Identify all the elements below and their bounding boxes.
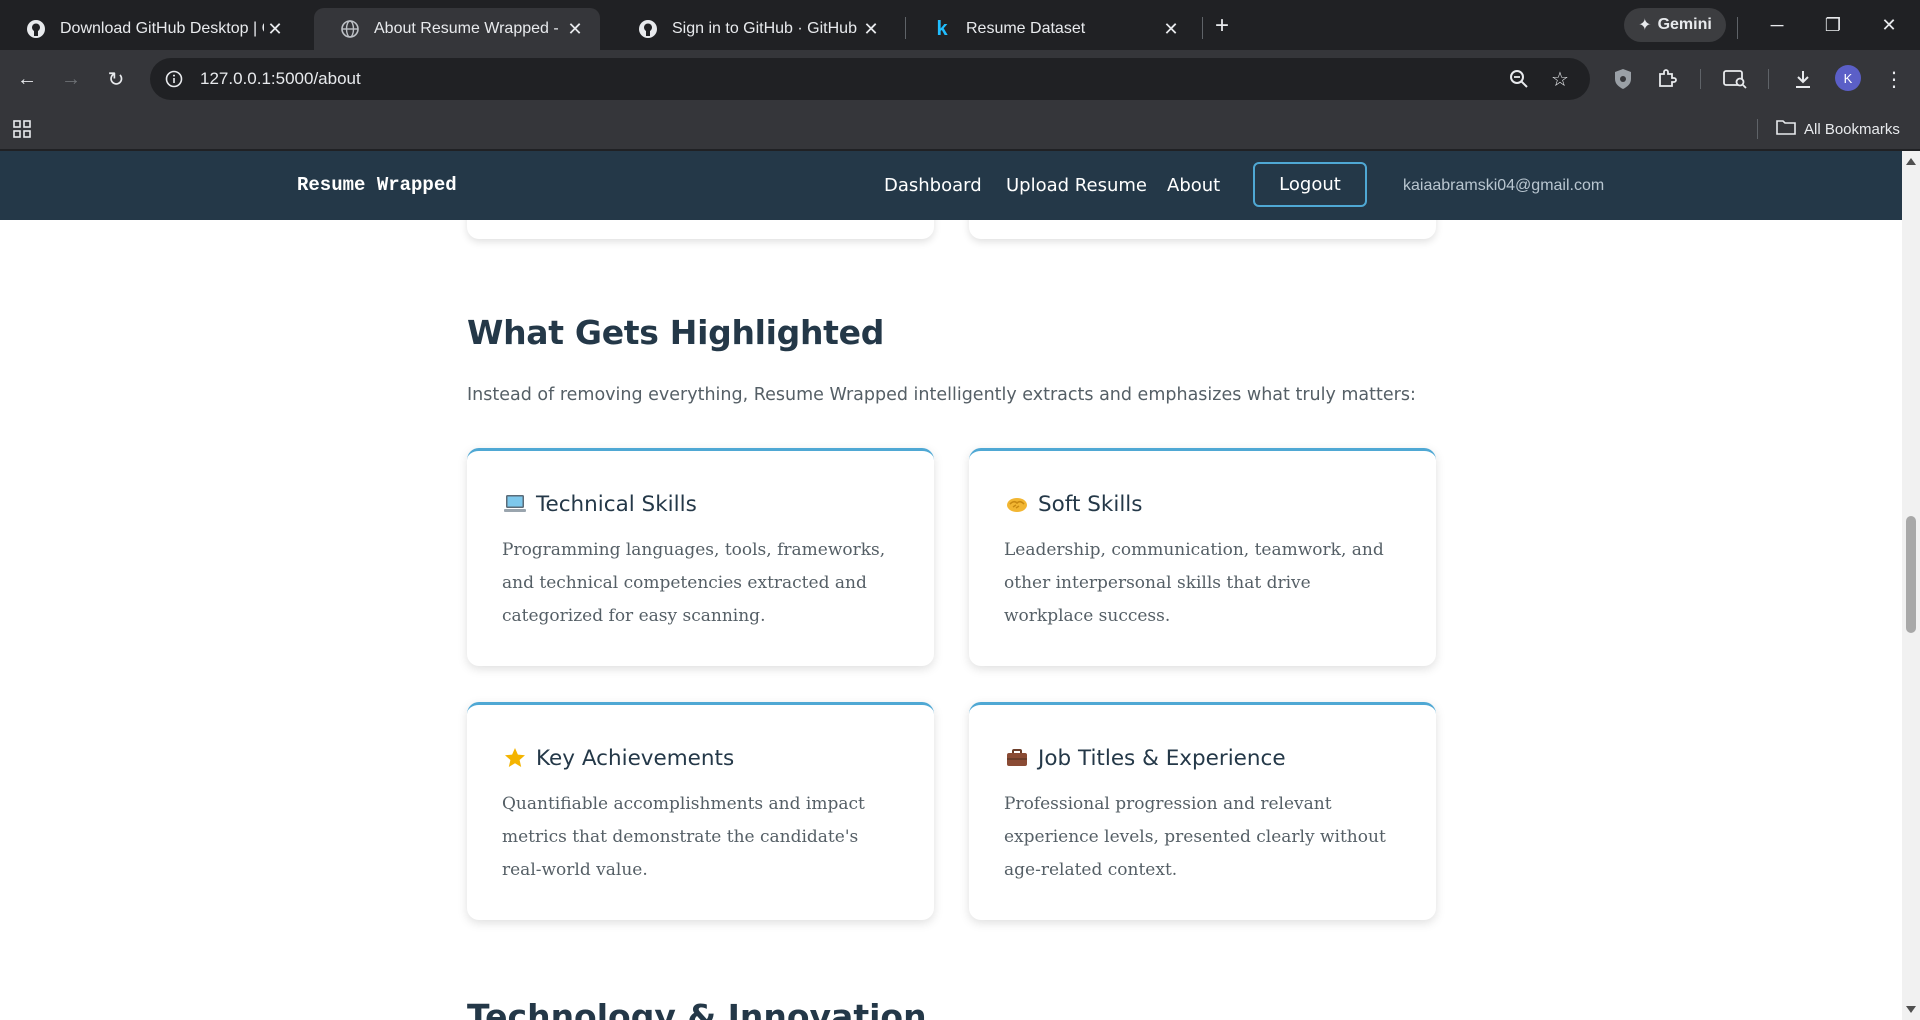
section-title: What Gets Highlighted — [467, 313, 885, 352]
scrollbar-thumb[interactable] — [1906, 516, 1916, 633]
folder-icon — [1776, 118, 1796, 140]
tab-title: Download GitHub Desktop | GitHub — [60, 20, 264, 37]
all-bookmarks-label: All Bookmarks — [1804, 120, 1900, 138]
feature-card-key-achievements: Key Achievements Quantifiable accomplish… — [467, 702, 934, 920]
globe-icon — [340, 19, 360, 39]
kaggle-icon: k — [936, 17, 948, 40]
nav-link-dashboard[interactable]: Dashboard — [884, 175, 982, 196]
url-text[interactable]: 127.0.0.1:5000/about — [200, 69, 1590, 89]
laptop-icon — [502, 491, 528, 517]
profile-avatar[interactable]: K — [1835, 65, 1861, 91]
reload-icon[interactable]: ↻ — [98, 61, 134, 97]
tab-divider — [1737, 17, 1738, 39]
card-title: Technical Skills — [536, 491, 697, 517]
bookmarks-bar: All Bookmarks — [0, 108, 1920, 150]
bookmarks-divider — [1757, 119, 1758, 139]
scroll-up-arrow-icon[interactable] — [1906, 158, 1916, 165]
close-icon[interactable]: ✕ — [860, 18, 882, 40]
card-title: Key Achievements — [536, 745, 735, 771]
site-navbar: Resume Wrapped Dashboard Upload Resume A… — [0, 151, 1902, 220]
card-title: Job Titles & Experience — [1038, 745, 1286, 771]
shield-extension-icon[interactable] — [1605, 61, 1641, 97]
github-icon — [26, 19, 46, 39]
restore-icon[interactable]: ❐ — [1810, 8, 1856, 42]
all-bookmarks-button[interactable]: All Bookmarks — [1776, 116, 1900, 142]
user-email: kaiaabramski04@gmail.com — [1403, 177, 1605, 194]
handshake-icon — [1004, 491, 1030, 517]
address-bar[interactable]: 127.0.0.1:5000/about — [150, 58, 1590, 100]
apps-grid-icon[interactable] — [12, 118, 36, 142]
tab-title: Sign in to GitHub · GitHub — [672, 20, 857, 37]
scroll-down-arrow-icon[interactable] — [1906, 1006, 1916, 1013]
browser-toolbar: ← → ↻ 127.0.0.1:5000/about ☆ K ⋮ — [0, 50, 1920, 108]
close-window-icon[interactable]: ✕ — [1866, 8, 1912, 42]
tab-download-github-desktop[interactable]: Download GitHub Desktop | GitHub ✕ — [0, 8, 300, 50]
extensions-puzzle-icon[interactable] — [1649, 61, 1685, 97]
card-description: Quantifiable accomplishments and impact … — [502, 794, 865, 880]
feature-card-soft-skills: Soft Skills Leadership, communication, t… — [969, 448, 1436, 666]
section-intro: Instead of removing everything, Resume W… — [467, 385, 1416, 405]
card-description: Professional progression and relevant ex… — [1004, 794, 1386, 880]
close-icon[interactable]: ✕ — [564, 18, 586, 40]
brand-logo[interactable]: Resume Wrapped — [297, 174, 457, 196]
forward-arrow-icon[interactable]: → — [53, 61, 89, 97]
tab-title: Resume Dataset — [966, 20, 1086, 37]
card-title: Soft Skills — [1038, 491, 1143, 517]
close-icon[interactable]: ✕ — [1160, 18, 1182, 40]
back-arrow-icon[interactable]: ← — [9, 61, 45, 97]
zoom-out-icon[interactable] — [1507, 67, 1531, 91]
download-icon[interactable] — [1785, 61, 1821, 97]
menu-kebab-icon[interactable]: ⋮ — [1876, 61, 1912, 97]
minimize-icon[interactable]: ─ — [1754, 8, 1800, 42]
site-info-icon[interactable] — [162, 67, 186, 91]
github-icon — [638, 19, 658, 39]
sparkle-icon: ✦ — [1638, 17, 1652, 34]
page-viewport: Resume Wrapped Dashboard Upload Resume A… — [0, 151, 1920, 1020]
gemini-button[interactable]: ✦ Gemini — [1624, 8, 1726, 42]
card-description: Programming languages, tools, frameworks… — [502, 540, 886, 626]
tab-search-icon[interactable] — [1717, 61, 1753, 97]
tab-sign-in-github[interactable]: Sign in to GitHub · GitHub ✕ — [612, 8, 896, 50]
tab-title: About Resume Wrapped - Fair Hiring — [374, 20, 564, 37]
star-icon — [502, 745, 528, 771]
tab-divider — [1202, 17, 1203, 39]
close-icon[interactable]: ✕ — [264, 18, 286, 40]
tab-about-resume-wrapped[interactable]: About Resume Wrapped - Fair Hiring ✕ — [314, 8, 600, 50]
new-tab-button[interactable]: + — [1208, 12, 1236, 40]
page-scrollbar[interactable] — [1902, 151, 1920, 1020]
gemini-label: Gemini — [1657, 16, 1712, 33]
tab-resume-dataset[interactable]: k Resume Dataset ✕ — [906, 8, 1196, 50]
toolbar-divider — [1768, 69, 1769, 89]
nav-link-about[interactable]: About — [1167, 175, 1220, 196]
star-bookmark-icon[interactable]: ☆ — [1548, 67, 1572, 91]
toolbar-divider — [1700, 69, 1701, 89]
logout-button[interactable]: Logout — [1253, 162, 1367, 207]
next-section-title: Technology & Innovation — [467, 997, 927, 1020]
feature-card-job-titles: Job Titles & Experience Professional pro… — [969, 702, 1436, 920]
briefcase-icon — [1004, 745, 1030, 771]
browser-tab-bar: Download GitHub Desktop | GitHub ✕ About… — [0, 0, 1920, 50]
nav-link-upload-resume[interactable]: Upload Resume — [1006, 175, 1147, 196]
card-description: Leadership, communication, teamwork, and… — [1004, 540, 1384, 626]
feature-card-technical-skills: Technical Skills Programming languages, … — [467, 448, 934, 666]
